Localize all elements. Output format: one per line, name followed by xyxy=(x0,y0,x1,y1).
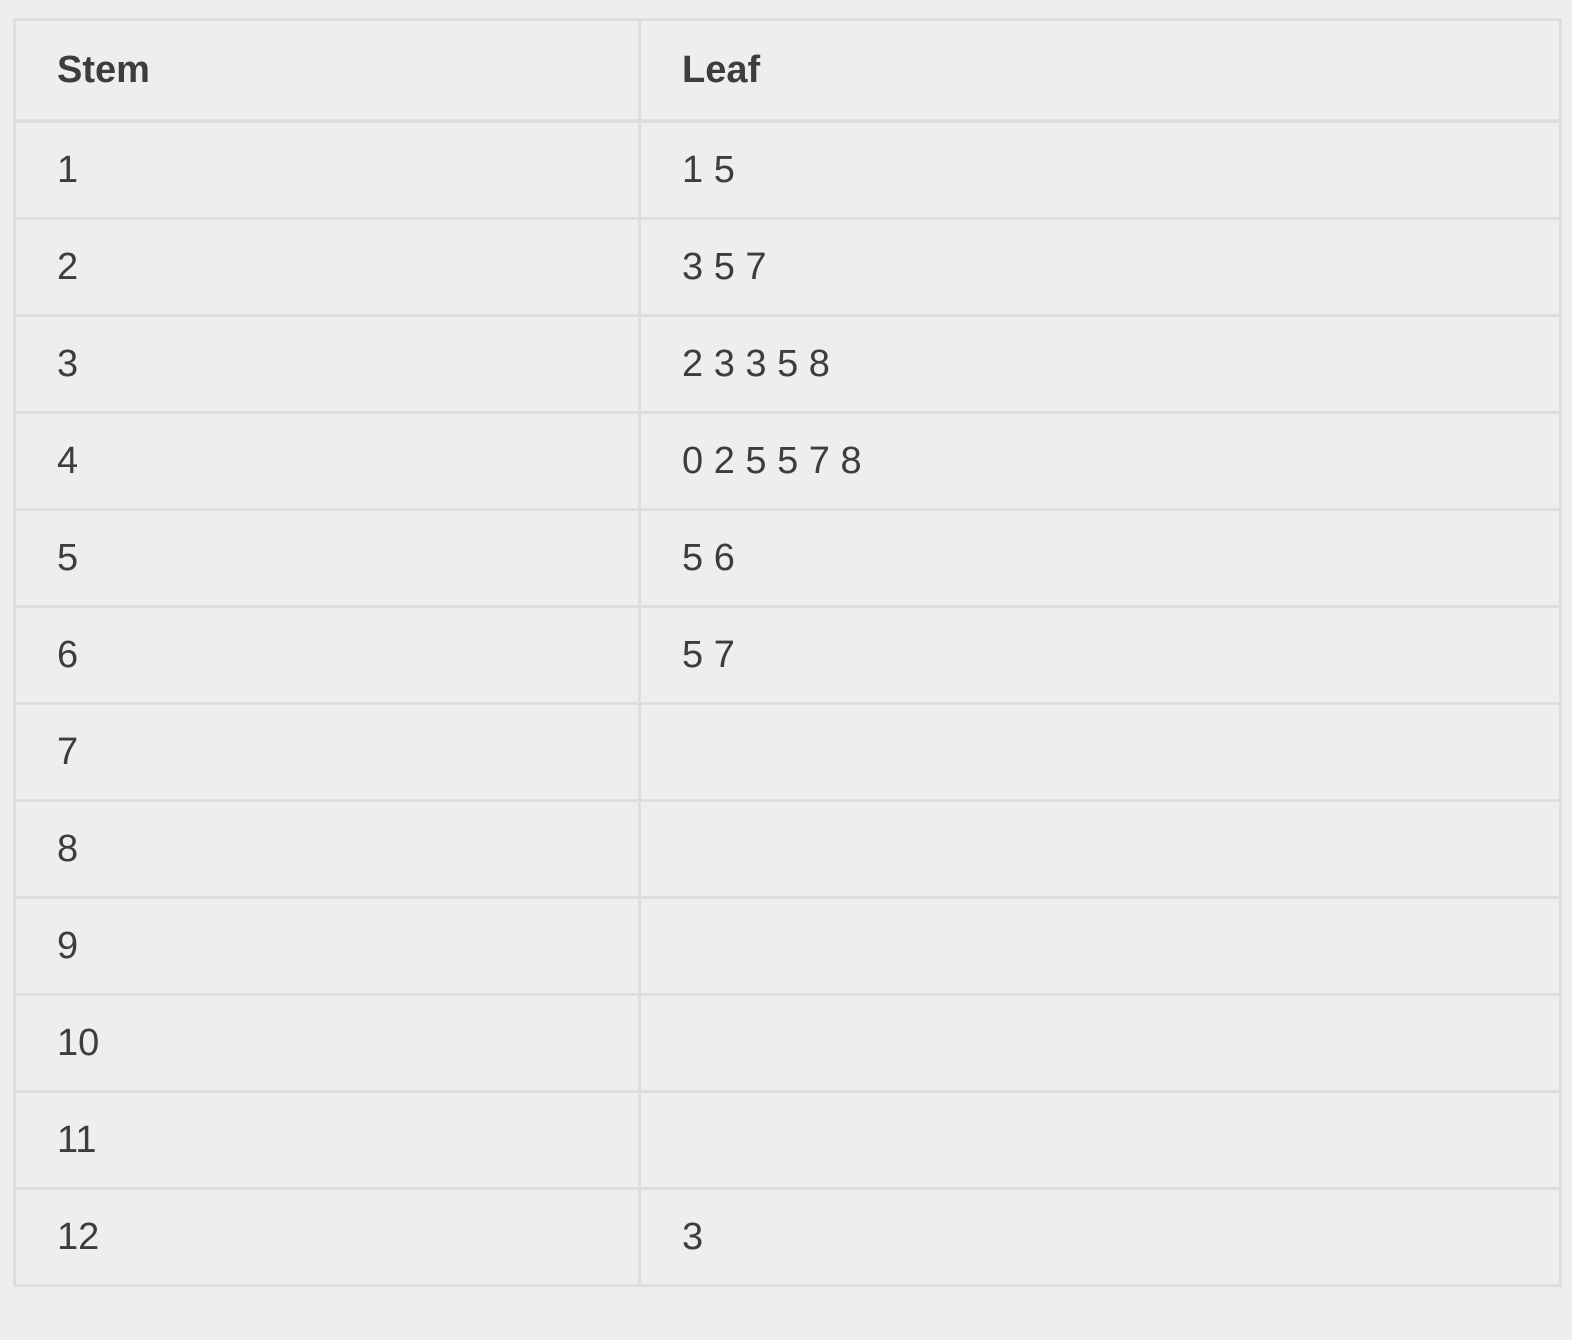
stem-cell: 12 xyxy=(13,1187,641,1287)
stem-leaf-table: Stem Leaf 11 523 5 732 3 3 5 840 2 5 5 7… xyxy=(13,18,1562,1287)
table-row: 23 5 7 xyxy=(13,217,1562,317)
table-header: Stem Leaf xyxy=(13,18,1562,123)
table-row: 32 3 3 5 8 xyxy=(13,314,1562,414)
stem-cell: 7 xyxy=(13,702,641,802)
stem-cell: 10 xyxy=(13,993,641,1093)
header-row: Stem Leaf xyxy=(13,18,1562,123)
table-row: 65 7 xyxy=(13,605,1562,705)
column-header-leaf: Leaf xyxy=(638,18,1562,123)
stem-cell: 4 xyxy=(13,411,641,511)
table-row: 10 xyxy=(13,993,1562,1093)
table-body: 11 523 5 732 3 3 5 840 2 5 5 7 855 665 7… xyxy=(13,119,1562,1287)
leaf-cell xyxy=(638,702,1562,802)
leaf-cell xyxy=(638,896,1562,996)
leaf-cell xyxy=(638,799,1562,899)
leaf-cell: 0 2 5 5 7 8 xyxy=(638,411,1562,511)
leaf-cell: 1 5 xyxy=(638,119,1562,220)
table-row: 55 6 xyxy=(13,508,1562,608)
stem-cell: 9 xyxy=(13,896,641,996)
leaf-cell: 3 xyxy=(638,1187,1562,1287)
stem-cell: 8 xyxy=(13,799,641,899)
stem-cell: 6 xyxy=(13,605,641,705)
table-row: 9 xyxy=(13,896,1562,996)
leaf-cell xyxy=(638,1090,1562,1190)
column-header-stem: Stem xyxy=(13,18,641,123)
stem-cell: 1 xyxy=(13,119,641,220)
stem-cell: 2 xyxy=(13,217,641,317)
table-row: 11 5 xyxy=(13,119,1562,220)
table-row: 8 xyxy=(13,799,1562,899)
table-row: 12 3 xyxy=(13,1187,1562,1287)
leaf-cell: 3 5 7 xyxy=(638,217,1562,317)
leaf-cell xyxy=(638,993,1562,1093)
stem-cell: 11 xyxy=(13,1090,641,1190)
leaf-cell: 5 7 xyxy=(638,605,1562,705)
table-row: 7 xyxy=(13,702,1562,802)
leaf-cell: 5 6 xyxy=(638,508,1562,608)
stem-cell: 5 xyxy=(13,508,641,608)
leaf-cell: 2 3 3 5 8 xyxy=(638,314,1562,414)
table-row: 40 2 5 5 7 8 xyxy=(13,411,1562,511)
stem-leaf-table-container: Stem Leaf 11 523 5 732 3 3 5 840 2 5 5 7… xyxy=(13,18,1562,1287)
table-row: 11 xyxy=(13,1090,1562,1190)
stem-cell: 3 xyxy=(13,314,641,414)
